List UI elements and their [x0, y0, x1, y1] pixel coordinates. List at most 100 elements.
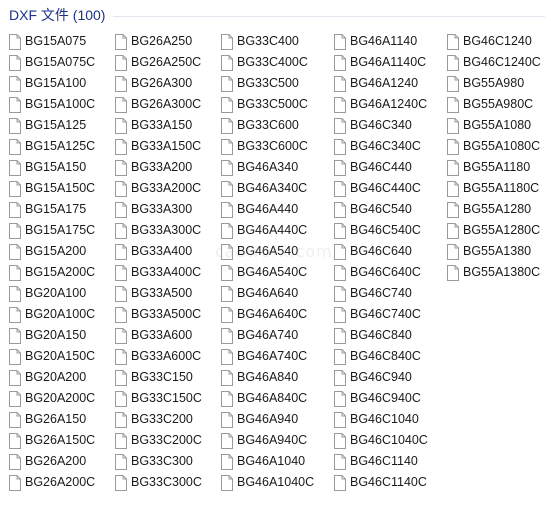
file-item[interactable]: BG20A200C: [0, 388, 106, 409]
file-item[interactable]: BG46C840: [325, 325, 438, 346]
file-item[interactable]: BG46A1140C: [325, 52, 438, 73]
file-item[interactable]: BG46C740: [325, 283, 438, 304]
file-item[interactable]: BG46C640C: [325, 262, 438, 283]
file-item[interactable]: BG33C300: [106, 451, 212, 472]
file-item[interactable]: BG33C200: [106, 409, 212, 430]
file-item[interactable]: BG26A150C: [0, 430, 106, 451]
file-item[interactable]: BG46C540: [325, 199, 438, 220]
file-item[interactable]: BG46A340C: [212, 178, 325, 199]
file-item[interactable]: BG15A100C: [0, 94, 106, 115]
file-item[interactable]: BG20A100C: [0, 304, 106, 325]
file-item[interactable]: BG26A300C: [106, 94, 212, 115]
file-item[interactable]: BG46C1240C: [438, 52, 551, 73]
file-item[interactable]: BG46C1140: [325, 451, 438, 472]
file-item[interactable]: BG26A250C: [106, 52, 212, 73]
file-item[interactable]: BG46A1240C: [325, 94, 438, 115]
file-item[interactable]: BG33A200: [106, 157, 212, 178]
file-item[interactable]: BG46C940C: [325, 388, 438, 409]
file-item[interactable]: BG15A125C: [0, 136, 106, 157]
file-item[interactable]: BG55A1080: [438, 115, 551, 136]
file-item[interactable]: BG46A940: [212, 409, 325, 430]
file-item[interactable]: BG15A100: [0, 73, 106, 94]
file-item[interactable]: BG55A1080C: [438, 136, 551, 157]
file-item[interactable]: BG15A075C: [0, 52, 106, 73]
file-item[interactable]: BG33A500C: [106, 304, 212, 325]
file-item[interactable]: BG55A980: [438, 73, 551, 94]
file-item[interactable]: BG46A640: [212, 283, 325, 304]
file-item[interactable]: BG26A300: [106, 73, 212, 94]
file-item[interactable]: BG46C340C: [325, 136, 438, 157]
file-item[interactable]: BG46A440C: [212, 220, 325, 241]
file-item[interactable]: BG46A1240: [325, 73, 438, 94]
file-item[interactable]: BG46A840: [212, 367, 325, 388]
file-item[interactable]: BG33C500C: [212, 94, 325, 115]
file-item[interactable]: BG46C1040C: [325, 430, 438, 451]
file-item[interactable]: BG55A980C: [438, 94, 551, 115]
file-item[interactable]: BG46C940: [325, 367, 438, 388]
file-item[interactable]: BG26A200: [0, 451, 106, 472]
file-item[interactable]: BG15A150: [0, 157, 106, 178]
file-item[interactable]: BG33C150C: [106, 388, 212, 409]
file-item[interactable]: BG46C340: [325, 115, 438, 136]
file-item[interactable]: BG46A740: [212, 325, 325, 346]
file-item[interactable]: BG46A1140: [325, 31, 438, 52]
file-item[interactable]: BG33A150: [106, 115, 212, 136]
file-item[interactable]: BG15A175: [0, 199, 106, 220]
file-item[interactable]: BG20A150C: [0, 346, 106, 367]
file-item[interactable]: BG46C440C: [325, 178, 438, 199]
file-item[interactable]: BG33C600: [212, 115, 325, 136]
file-item[interactable]: BG46C1240: [438, 31, 551, 52]
file-item[interactable]: BG46C840C: [325, 346, 438, 367]
file-item[interactable]: BG15A200: [0, 241, 106, 262]
file-item[interactable]: BG33A150C: [106, 136, 212, 157]
file-item[interactable]: BG33A200C: [106, 178, 212, 199]
file-item[interactable]: BG46C540C: [325, 220, 438, 241]
file-item[interactable]: BG55A1380: [438, 241, 551, 262]
file-item[interactable]: BG46A940C: [212, 430, 325, 451]
file-item[interactable]: BG33A600C: [106, 346, 212, 367]
file-item[interactable]: BG46A440: [212, 199, 325, 220]
file-item[interactable]: BG55A1180: [438, 157, 551, 178]
file-item[interactable]: BG33A300C: [106, 220, 212, 241]
file-item[interactable]: BG33C150: [106, 367, 212, 388]
file-item[interactable]: BG33A600: [106, 325, 212, 346]
file-item[interactable]: BG33C600C: [212, 136, 325, 157]
file-item[interactable]: BG33A400: [106, 241, 212, 262]
file-item[interactable]: BG33C500: [212, 73, 325, 94]
file-item[interactable]: BG46A840C: [212, 388, 325, 409]
file-item[interactable]: BG46A1040: [212, 451, 325, 472]
file-item[interactable]: BG33C300C: [106, 472, 212, 493]
file-item[interactable]: BG46C640: [325, 241, 438, 262]
file-item[interactable]: BG26A200C: [0, 472, 106, 493]
file-item[interactable]: BG33A300: [106, 199, 212, 220]
file-item[interactable]: BG46C1140C: [325, 472, 438, 493]
file-item[interactable]: BG26A150: [0, 409, 106, 430]
file-item[interactable]: BG33C400C: [212, 52, 325, 73]
file-item[interactable]: BG26A250: [106, 31, 212, 52]
group-header[interactable]: DXF 文件 (100): [0, 0, 551, 28]
file-item[interactable]: BG46A340: [212, 157, 325, 178]
file-item[interactable]: BG15A125: [0, 115, 106, 136]
file-item[interactable]: BG55A1380C: [438, 262, 551, 283]
file-item[interactable]: BG33A500: [106, 283, 212, 304]
file-item[interactable]: BG15A075: [0, 31, 106, 52]
file-item[interactable]: BG46C440: [325, 157, 438, 178]
file-item[interactable]: BG55A1280C: [438, 220, 551, 241]
file-item[interactable]: BG15A175C: [0, 220, 106, 241]
file-item[interactable]: BG55A1280: [438, 199, 551, 220]
file-item[interactable]: BG20A150: [0, 325, 106, 346]
file-item[interactable]: BG46A640C: [212, 304, 325, 325]
file-item[interactable]: BG46C740C: [325, 304, 438, 325]
file-item[interactable]: BG15A200C: [0, 262, 106, 283]
file-item[interactable]: BG46A1040C: [212, 472, 325, 493]
file-item[interactable]: BG33C400: [212, 31, 325, 52]
file-item[interactable]: BG15A150C: [0, 178, 106, 199]
file-item[interactable]: BG20A100: [0, 283, 106, 304]
file-item[interactable]: BG46A540: [212, 241, 325, 262]
file-item[interactable]: BG55A1180C: [438, 178, 551, 199]
group-title[interactable]: DXF 文件 (100): [9, 6, 105, 24]
file-item[interactable]: BG46C1040: [325, 409, 438, 430]
file-item[interactable]: BG46A740C: [212, 346, 325, 367]
file-item[interactable]: BG33C200C: [106, 430, 212, 451]
file-item[interactable]: BG33A400C: [106, 262, 212, 283]
